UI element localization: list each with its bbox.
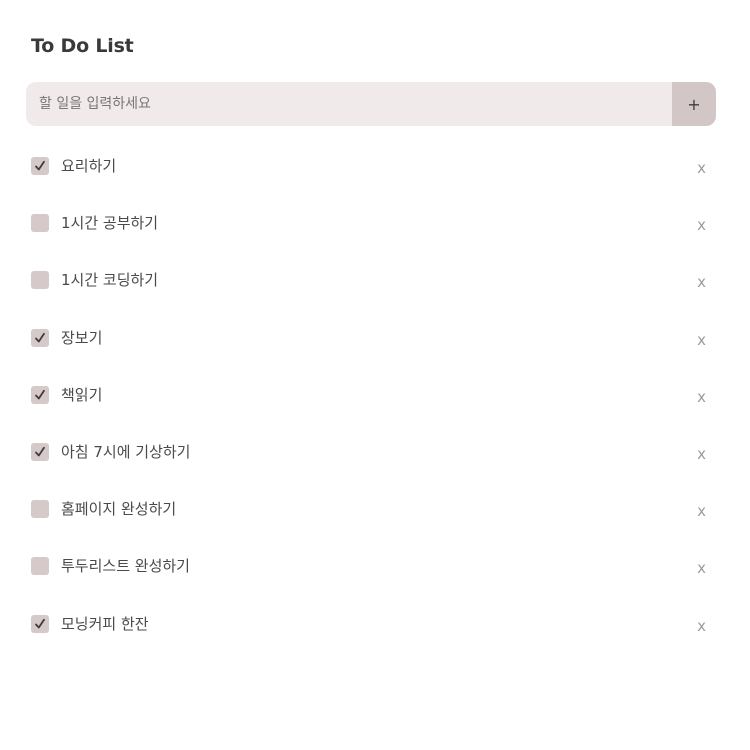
todo-text: 1시간 공부하기 [61,214,159,233]
delete-todo-button[interactable]: x [697,444,706,464]
checkmark-icon [35,389,45,400]
todo-list: 요리하기 x 1시간 공부하기 x 1시간 코딩하기 x 장보기 x 책읽기 x… [31,137,716,652]
todo-item: 모닝커피 한잔 x [31,595,716,652]
todo-text: 1시간 코딩하기 [61,271,159,290]
todo-checkbox[interactable] [31,442,49,461]
todo-checkbox[interactable] [31,271,49,290]
delete-todo-button[interactable]: x [697,387,706,407]
checkmark-icon [35,446,45,457]
delete-todo-button[interactable]: x [697,501,706,521]
delete-todo-button[interactable]: x [697,272,706,292]
todo-item: 1시간 공부하기 x [31,194,716,251]
task-input-row: + [26,82,716,126]
todo-app: To Do List + 요리하기 x 1시간 공부하기 x 1시간 코딩하기 … [0,0,750,750]
todo-item: 홈페이지 완성하기 x [31,480,716,537]
checkmark-icon [35,160,45,171]
page-title: To Do List [31,35,134,57]
delete-todo-button[interactable]: x [697,616,706,636]
todo-checkbox[interactable] [31,328,49,347]
delete-todo-button[interactable]: x [697,158,706,178]
delete-todo-button[interactable]: x [697,558,706,578]
todo-item: 아침 7시에 기상하기 x [31,423,716,480]
delete-todo-button[interactable]: x [697,330,706,350]
todo-item: 책읽기 x [31,366,716,423]
task-input[interactable] [26,82,672,126]
todo-checkbox[interactable] [31,157,49,175]
todo-item: 장보기 x [31,309,716,366]
todo-text: 책읽기 [61,385,103,404]
todo-text: 장보기 [61,328,103,347]
todo-text: 모닝커피 한잔 [61,614,149,633]
todo-text: 아침 7시에 기상하기 [61,442,191,461]
todo-text: 홈페이지 완성하기 [61,500,177,519]
add-task-button[interactable]: + [672,82,716,126]
todo-text: 요리하기 [61,157,117,175]
todo-checkbox[interactable] [31,500,49,519]
todo-checkbox[interactable] [31,385,49,404]
todo-checkbox[interactable] [31,214,49,233]
todo-item: 1시간 코딩하기 x [31,251,716,308]
delete-todo-button[interactable]: x [697,215,706,235]
checkmark-icon [35,332,45,342]
todo-checkbox[interactable] [31,557,49,576]
todo-text: 투두리스트 완성하기 [61,557,190,576]
todo-checkbox[interactable] [31,614,49,633]
todo-item: 요리하기 x [31,137,716,194]
checkmark-icon [35,618,45,628]
todo-item: 투두리스트 완성하기 x [31,537,716,594]
